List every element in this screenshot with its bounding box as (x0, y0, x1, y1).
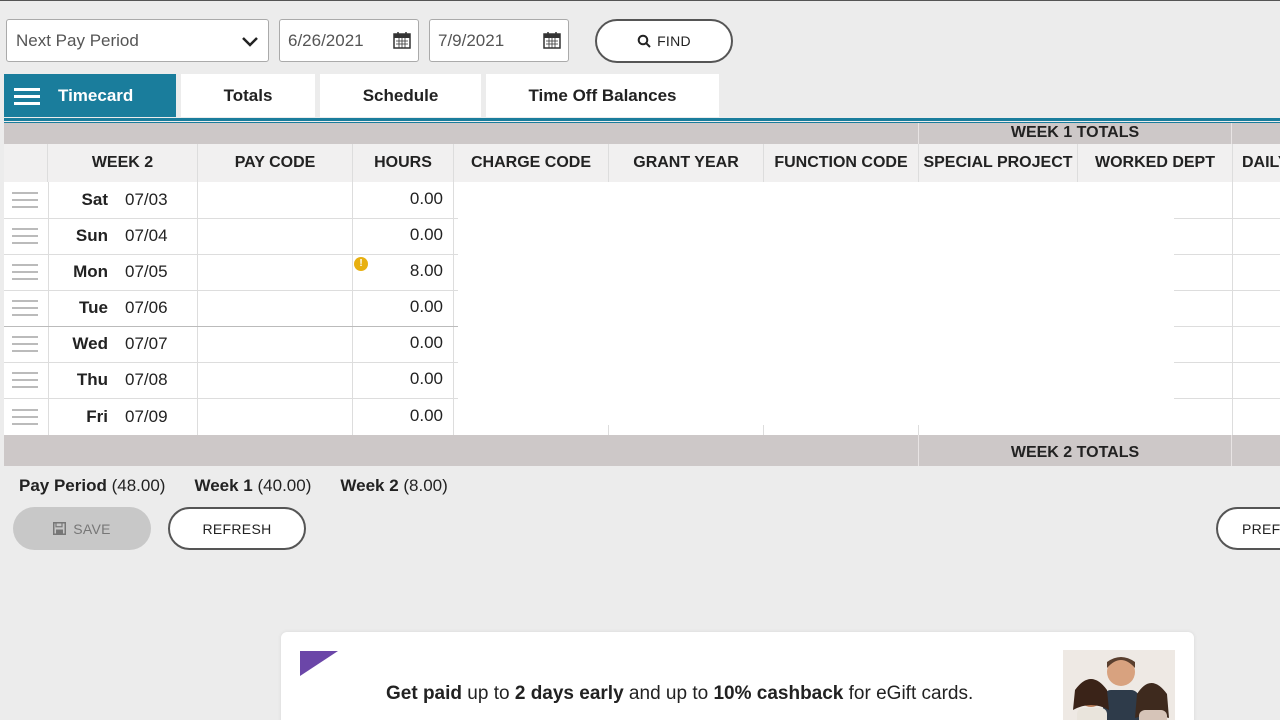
row-day: Wed (72, 334, 108, 353)
row-hours[interactable]: 0.00 (354, 225, 443, 245)
promo-text: Get paid up to 2 days early and up to 10… (386, 683, 973, 705)
header-week: WEEK 2 (48, 144, 198, 182)
week2-totals-band: WEEK 2 TOTALS (4, 435, 1280, 466)
header-special-project: SPECIAL PROJECT (919, 144, 1078, 182)
end-date-field[interactable]: 7/9/2021 (429, 19, 569, 62)
promo-text-bold: 2 days early (514, 683, 624, 704)
header-function-code: FUNCTION CODE (764, 144, 919, 182)
table-row[interactable]: Thu 07/08 0.00 (4, 362, 1280, 398)
row-hours[interactable]: 0.00 (354, 297, 443, 317)
week2-totals-label: WEEK 2 TOTALS (918, 435, 1232, 466)
row-date: 07/07 (125, 334, 168, 353)
row-date: 07/08 (125, 370, 168, 389)
table-row[interactable]: Tue 07/06 0.00 (4, 290, 1280, 326)
search-icon (637, 34, 651, 48)
table-row[interactable]: Fri 07/09 0.00 (4, 399, 1280, 435)
row-day: Thu (76, 370, 108, 389)
row-date: 07/06 (125, 298, 168, 317)
tab-time-off-balances[interactable]: Time Off Balances (486, 74, 719, 117)
pay-period-total-label: Pay Period (19, 476, 107, 495)
find-button[interactable]: FIND (595, 19, 733, 63)
row-date: 07/03 (125, 190, 168, 209)
row-day: Fri (86, 407, 108, 426)
pay-period-total-value: (48.00) (111, 476, 166, 495)
promo-text-bold: 10% cashback (713, 683, 844, 704)
drag-handle-icon[interactable] (12, 228, 38, 246)
table-row[interactable]: Sun 07/04 0.00 (4, 218, 1280, 254)
row-date: 07/05 (125, 262, 168, 281)
family-photo-image (1063, 650, 1175, 720)
promo-banner[interactable]: Get paid up to 2 days early and up to 10… (281, 632, 1194, 720)
week2-total: Week 2 (8.00) (340, 476, 447, 496)
header-worked-dept: WORKED DEPT (1078, 144, 1233, 182)
week1-total-value: (40.00) (257, 476, 312, 495)
row-day: Sun (75, 226, 108, 245)
drag-handle-icon[interactable] (12, 336, 38, 354)
end-date-value: 7/9/2021 (438, 30, 505, 50)
promo-accent-shape (300, 651, 338, 676)
drag-handle-icon[interactable] (12, 409, 38, 427)
table-row[interactable]: Mon 07/05 ! 8.00 (4, 254, 1280, 290)
week1-totals-band: WEEK 1 TOTALS (4, 123, 1280, 144)
week2-total-value: (8.00) (403, 476, 448, 495)
timecard-grid: WEEK 1 TOTALS WEEK 2 PAY CODE HOURS CHAR… (4, 123, 1280, 466)
week1-total: Week 1 (40.00) (194, 476, 311, 496)
tab-totals-label: Totals (223, 85, 273, 105)
row-hours[interactable]: 0.00 (354, 333, 443, 353)
table-row[interactable]: Sat 07/03 0.00 (4, 182, 1280, 218)
save-button-label: SAVE (73, 520, 111, 537)
row-day: Sat (81, 190, 108, 209)
preferences-button-label: PREFE (1242, 520, 1280, 537)
tab-timecard-label: Timecard (58, 85, 134, 105)
save-icon (53, 522, 67, 535)
row-hours[interactable]: 0.00 (354, 189, 443, 209)
table-row[interactable]: Wed 07/07 0.00 (4, 326, 1280, 362)
tab-time-off-balances-label: Time Off Balances (528, 85, 677, 105)
find-button-label: FIND (657, 33, 691, 49)
pay-period-select-value: Next Pay Period (16, 30, 139, 50)
calendar-icon[interactable] (392, 30, 412, 50)
calendar-icon[interactable] (542, 30, 562, 50)
week2-total-label: Week 2 (340, 476, 399, 495)
tab-schedule[interactable]: Schedule (320, 74, 481, 117)
header-charge-code: CHARGE CODE (454, 144, 609, 182)
top-border (0, 0, 1280, 1)
promo-text-part: and up to (623, 683, 714, 704)
tab-timecard[interactable]: Timecard (4, 74, 176, 117)
drag-handle-icon[interactable] (12, 192, 38, 210)
week1-totals-label: WEEK 1 TOTALS (918, 123, 1232, 144)
tab-totals[interactable]: Totals (181, 74, 315, 117)
week1-total-label: Week 1 (194, 476, 253, 495)
totals-summary: Pay Period (48.00) Week 1 (40.00) Week 2… (19, 476, 477, 496)
promo-text-bold: Get paid (386, 683, 463, 704)
row-date: 07/04 (125, 226, 168, 245)
preferences-button[interactable]: PREFE (1216, 507, 1280, 550)
start-date-value: 6/26/2021 (288, 30, 364, 50)
pay-period-total: Pay Period (48.00) (19, 476, 165, 496)
refresh-button[interactable]: REFRESH (168, 507, 306, 550)
refresh-button-label: REFRESH (202, 520, 272, 537)
header-hours: HOURS (353, 144, 454, 182)
row-day: Tue (79, 298, 108, 317)
pay-period-select[interactable]: Next Pay Period (6, 19, 269, 62)
header-daily: DAILY (1242, 154, 1280, 171)
header-pay-code: PAY CODE (198, 144, 353, 182)
drag-handle-icon[interactable] (12, 264, 38, 282)
row-hours[interactable]: 0.00 (354, 369, 443, 389)
tab-schedule-label: Schedule (362, 85, 439, 105)
drag-handle-icon[interactable] (12, 372, 38, 390)
row-date: 07/09 (125, 407, 168, 426)
promo-text-part: up to (462, 683, 515, 704)
header-handle-cell (4, 144, 48, 182)
header-grant-year: GRANT YEAR (609, 144, 764, 182)
start-date-field[interactable]: 6/26/2021 (279, 19, 419, 62)
row-hours[interactable]: 0.00 (354, 406, 443, 426)
save-button[interactable]: SAVE (13, 507, 151, 550)
row-day: Mon (73, 262, 108, 281)
drag-handle-icon[interactable] (12, 300, 38, 318)
menu-icon[interactable] (14, 86, 40, 106)
promo-text-part: for eGift cards. (843, 683, 974, 704)
chevron-down-icon (242, 37, 258, 47)
row-hours[interactable]: 8.00 (354, 261, 443, 281)
